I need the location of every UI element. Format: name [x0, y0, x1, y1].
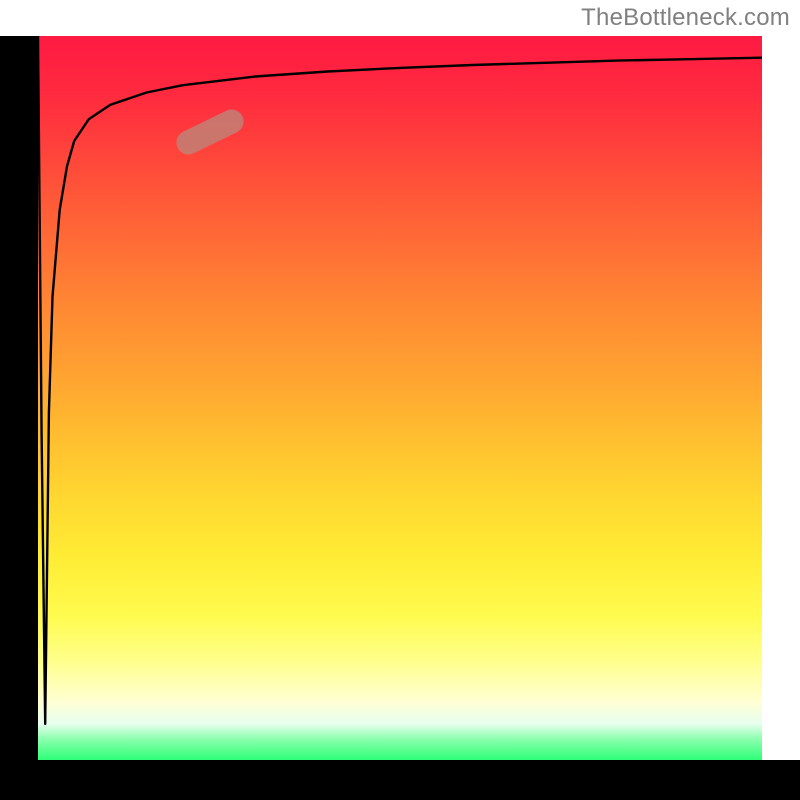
gradient-background: [38, 36, 762, 760]
y-axis-band: [0, 36, 38, 800]
chart-stage: TheBottleneck.com: [0, 0, 800, 800]
plot-area: [0, 0, 800, 800]
x-axis-band: [0, 760, 800, 800]
